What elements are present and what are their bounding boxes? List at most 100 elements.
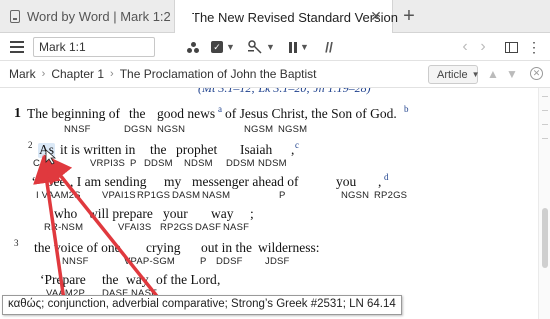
footnote-marker[interactable]: d bbox=[384, 172, 389, 182]
morph-tag: DDSF bbox=[216, 256, 243, 267]
morph-tag: DDSM bbox=[226, 158, 255, 169]
checkbox-icon: ✓ bbox=[211, 41, 224, 53]
tab-bar: Word by Word | Mark 1:2 The New Revised … bbox=[0, 0, 550, 34]
sidebar-panel-icon bbox=[504, 41, 518, 53]
word[interactable]: you bbox=[336, 174, 356, 190]
verse-number: 3 bbox=[14, 238, 19, 248]
toolbar: ✓ ▼ ▼ ▼ // ‹ › ⋮ bbox=[0, 33, 550, 61]
vertical-scrollbar[interactable] bbox=[538, 88, 550, 319]
word[interactable]: See bbox=[46, 174, 66, 190]
word[interactable]: , bbox=[291, 142, 294, 158]
panel-toggle-button[interactable] bbox=[504, 38, 518, 56]
morph-tag: RP1GS bbox=[137, 190, 171, 201]
morph-tag: NGSN bbox=[341, 190, 370, 201]
breadcrumb-item-chapter[interactable]: Chapter 1 bbox=[51, 67, 104, 81]
close-tab-icon[interactable]: ✕ bbox=[369, 8, 383, 25]
word[interactable]: way bbox=[211, 206, 234, 222]
footnote-marker[interactable]: a bbox=[218, 104, 222, 114]
word: , bbox=[378, 174, 382, 189]
scrollbar-thumb[interactable] bbox=[542, 208, 548, 268]
menu-icon[interactable] bbox=[10, 38, 24, 56]
word[interactable]: prophet bbox=[176, 142, 217, 158]
word[interactable]: the bbox=[129, 106, 146, 122]
word[interactable]: way bbox=[126, 272, 149, 288]
scroll-tick bbox=[542, 124, 548, 125]
add-tab-button[interactable]: + bbox=[400, 5, 418, 27]
breadcrumb: Mark › Chapter 1 › The Proclamation of J… bbox=[9, 67, 317, 81]
word[interactable]: Isaiah bbox=[240, 142, 272, 158]
word[interactable]: it is written in bbox=[60, 142, 135, 158]
morph-tag: VPAI1S bbox=[102, 190, 136, 201]
morph-tag: NGSM bbox=[278, 124, 308, 135]
chevron-down-icon[interactable]: ▼ bbox=[226, 42, 235, 52]
forward-icon[interactable]: › bbox=[476, 38, 490, 56]
word: “ bbox=[32, 174, 38, 189]
down-arrow-icon[interactable]: ▼ bbox=[506, 67, 518, 81]
word[interactable]: out in the bbox=[201, 240, 252, 256]
morph-tag: JDSF bbox=[265, 256, 290, 267]
article-label: Article bbox=[437, 68, 468, 81]
breadcrumb-item-book[interactable]: Mark bbox=[9, 67, 36, 81]
tab-nrsv[interactable]: The New Revised Standard Version ✕ bbox=[174, 0, 398, 34]
tab-label: The New Revised Standard Version bbox=[192, 9, 398, 25]
word[interactable]: the voice of one bbox=[34, 240, 121, 256]
morph-tag: DASF bbox=[195, 222, 222, 233]
word[interactable]: , I am sending bbox=[70, 174, 147, 190]
article-dropdown[interactable]: Article ▼ bbox=[428, 65, 479, 84]
morph-tag: DASM bbox=[172, 190, 201, 201]
interlinear-icon bbox=[248, 40, 262, 54]
parallel-resources-button[interactable]: // bbox=[322, 38, 336, 56]
morph-tag: NGSM bbox=[244, 124, 274, 135]
close-circle-icon[interactable]: ✕ bbox=[530, 67, 543, 80]
verse-number: 2 bbox=[28, 140, 33, 150]
scroll-tick bbox=[542, 110, 548, 111]
morph-tag: VFAI3S bbox=[118, 222, 152, 233]
footnote-marker[interactable]: b bbox=[404, 104, 409, 114]
morph-tag: CAM bbox=[33, 158, 55, 169]
footnote-marker[interactable]: c bbox=[295, 140, 299, 150]
word[interactable]: who bbox=[54, 206, 77, 222]
morph-tag: P bbox=[200, 256, 207, 267]
word[interactable]: your bbox=[163, 206, 188, 222]
tab-label: Word by Word | Mark 1:2 bbox=[27, 9, 171, 24]
chevron-down-icon[interactable]: ▼ bbox=[300, 42, 309, 52]
bible-text: (Mt 3.1–12; Lk 3.1–20; Jn 1.19–28) 1 The… bbox=[0, 88, 538, 319]
word[interactable]: ‘Prepare bbox=[40, 272, 86, 288]
verse-number: 1 bbox=[14, 106, 21, 121]
word-selected[interactable]: As bbox=[39, 142, 54, 158]
more-icon[interactable]: ⋮ bbox=[527, 38, 541, 56]
word[interactable]: wilderness: bbox=[258, 240, 320, 256]
word-info-tooltip: καθώς; conjunction, adverbial comparativ… bbox=[2, 295, 402, 315]
up-arrow-icon[interactable]: ▲ bbox=[487, 67, 499, 81]
visual-filters-button[interactable] bbox=[186, 38, 200, 56]
columns-icon bbox=[289, 41, 298, 53]
word[interactable]: the bbox=[102, 272, 119, 288]
morph-tag: NDSM bbox=[258, 158, 287, 169]
morph-tag: NNSF bbox=[64, 124, 91, 135]
tab-word-by-word[interactable]: Word by Word | Mark 1:2 bbox=[0, 0, 171, 33]
word[interactable]: my bbox=[164, 174, 181, 190]
chevron-down-icon[interactable]: ▼ bbox=[266, 42, 275, 52]
parallel-passages[interactable]: (Mt 3.1–12; Lk 3.1–20; Jn 1.19–28) bbox=[198, 88, 371, 96]
interlinear-button[interactable]: ▼ bbox=[245, 38, 277, 56]
word[interactable]: The beginning of bbox=[27, 106, 120, 122]
scroll-tick bbox=[542, 138, 548, 139]
breadcrumb-separator: › bbox=[110, 68, 114, 80]
morph-tag: DDSM bbox=[144, 158, 173, 169]
word[interactable]: the bbox=[150, 142, 167, 158]
morph-tag: VPAP-SGM bbox=[124, 256, 176, 267]
word[interactable]: good news bbox=[157, 106, 215, 122]
morph-tag: NGSN bbox=[157, 124, 186, 135]
back-icon[interactable]: ‹ bbox=[458, 38, 472, 56]
word[interactable]: will prepare bbox=[88, 206, 153, 222]
word[interactable]: of Jesus Christ, the Son of God. bbox=[225, 106, 397, 122]
word[interactable]: crying bbox=[146, 240, 181, 256]
breadcrumb-item-section[interactable]: The Proclamation of John the Baptist bbox=[120, 67, 317, 81]
morph-tag: VRPI3S bbox=[90, 158, 125, 169]
morph-tag: NNSF bbox=[62, 256, 89, 267]
layout-button[interactable]: ▼ bbox=[287, 38, 311, 56]
word[interactable]: messenger ahead of bbox=[192, 174, 298, 190]
selection-button[interactable]: ✓ ▼ bbox=[208, 38, 238, 56]
reference-input[interactable] bbox=[33, 37, 155, 57]
word[interactable]: of the Lord bbox=[156, 272, 217, 288]
